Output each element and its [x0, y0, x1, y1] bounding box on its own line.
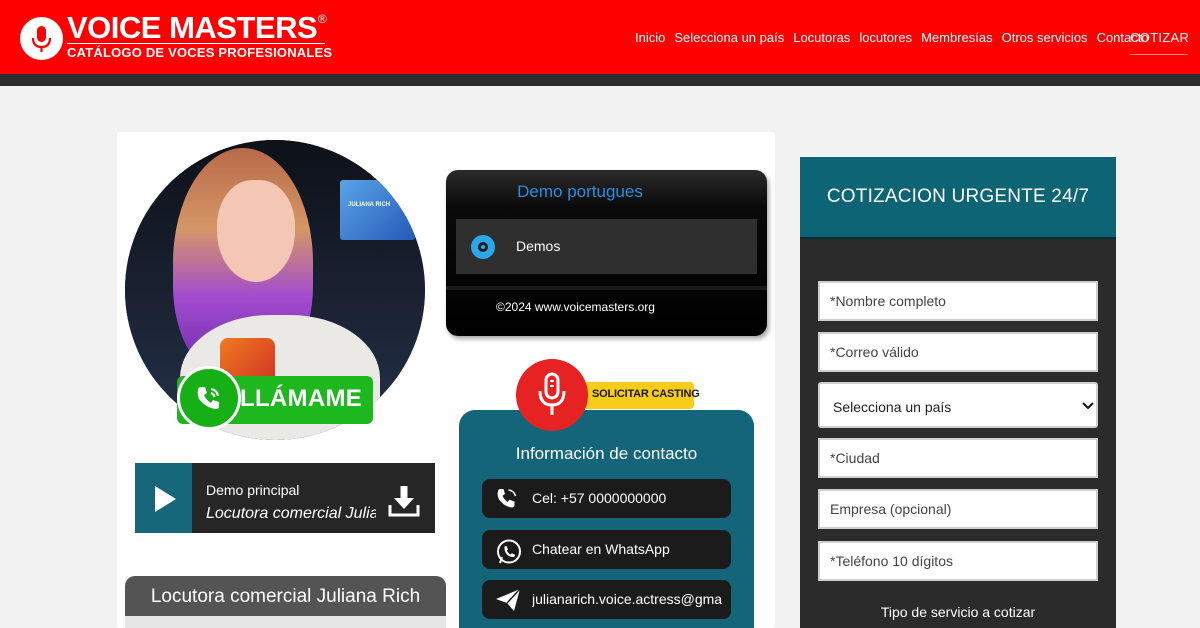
request-casting-button[interactable]: SOLICITAR CASTING: [586, 382, 700, 409]
nav-item-membresias[interactable]: Membresías: [921, 30, 993, 45]
call-me-label[interactable]: LLÁMAME: [240, 385, 362, 413]
country-select-value: Selecciona un país: [833, 399, 952, 415]
registered-mark: ®: [318, 12, 327, 26]
chevron-down-icon: [1082, 402, 1094, 410]
photo-sign-text: JULIANA RICH: [348, 202, 391, 208]
microphone-icon: [20, 17, 63, 60]
profile-name-bar: Locutora comercial Juliana Rich: [125, 576, 446, 628]
site-logo[interactable]: VOICE MASTERS ® CATÁLOGO DE VOCES PROFES…: [20, 10, 340, 64]
full-name-field[interactable]: [818, 281, 1098, 321]
whatsapp-icon: [497, 539, 521, 564]
playlist-title: Demo portugues: [517, 182, 643, 201]
company-field[interactable]: [818, 489, 1098, 529]
email-address: julianarich.voice.actress@gmail.com: [532, 591, 722, 607]
send-icon: [496, 588, 521, 611]
main-demo-subtitle: Locutora comercial Juliana Rich: [206, 505, 376, 522]
main-demo-title: Demo principal: [206, 482, 300, 498]
phone-number: Cel: +57 0000000000: [532, 490, 667, 506]
phone-icon: [497, 489, 517, 508]
track-label[interactable]: Demos: [516, 238, 560, 254]
nav-item-locutores[interactable]: locutores: [859, 30, 912, 45]
brand-underline: [67, 43, 325, 44]
contact-title: Información de contacto: [515, 444, 698, 463]
sign-image: JULIANA RICH: [340, 180, 415, 240]
city-field[interactable]: [818, 438, 1098, 478]
phone-field[interactable]: [818, 541, 1098, 581]
country-select[interactable]: Selecciona un país: [818, 382, 1098, 428]
nav-cotizar-button[interactable]: COTIZAR: [1130, 30, 1189, 55]
nav-item-otros-servicios[interactable]: Otros servicios: [1002, 30, 1088, 45]
quote-form-title: COTIZACION URGENTE 24/7: [826, 186, 1090, 207]
playlist-track[interactable]: [456, 219, 757, 274]
header-divider: [0, 74, 1200, 86]
nav-item-inicio[interactable]: Inicio: [635, 30, 665, 45]
profile-name: Locutora comercial Juliana Rich: [150, 586, 421, 607]
quote-form-header: COTIZACION URGENTE 24/7: [800, 157, 1116, 237]
casting-microphone-icon[interactable]: [516, 359, 588, 431]
track-play-icon[interactable]: [471, 235, 495, 259]
player-copyright: ©2024 www.voicemasters.org: [496, 300, 655, 314]
main-nav: Inicio Selecciona un país Locutoras locu…: [635, 30, 1149, 45]
email-field[interactable]: [818, 332, 1098, 372]
email-button[interactable]: julianarich.voice.actress@gmail.com: [482, 580, 731, 619]
brand-title: VOICE MASTERS: [67, 10, 318, 45]
brand-subtitle: CATÁLOGO DE VOCES PROFESIONALES: [67, 45, 333, 60]
request-casting-label[interactable]: SOLICITAR CASTING: [592, 388, 700, 400]
play-button[interactable]: [135, 463, 192, 533]
whatsapp-label: Chatear en WhatsApp: [532, 541, 670, 557]
download-icon[interactable]: [387, 484, 421, 523]
whatsapp-button[interactable]: Chatear en WhatsApp: [482, 530, 731, 569]
phone-contact-button[interactable]: Cel: +57 0000000000: [482, 479, 731, 518]
nav-item-selecciona-pais[interactable]: Selecciona un país: [674, 30, 784, 45]
nav-item-locutoras[interactable]: Locutoras: [793, 30, 850, 45]
phone-icon[interactable]: [177, 366, 241, 430]
service-type-label: Tipo de servicio a cotizar: [880, 604, 1036, 620]
